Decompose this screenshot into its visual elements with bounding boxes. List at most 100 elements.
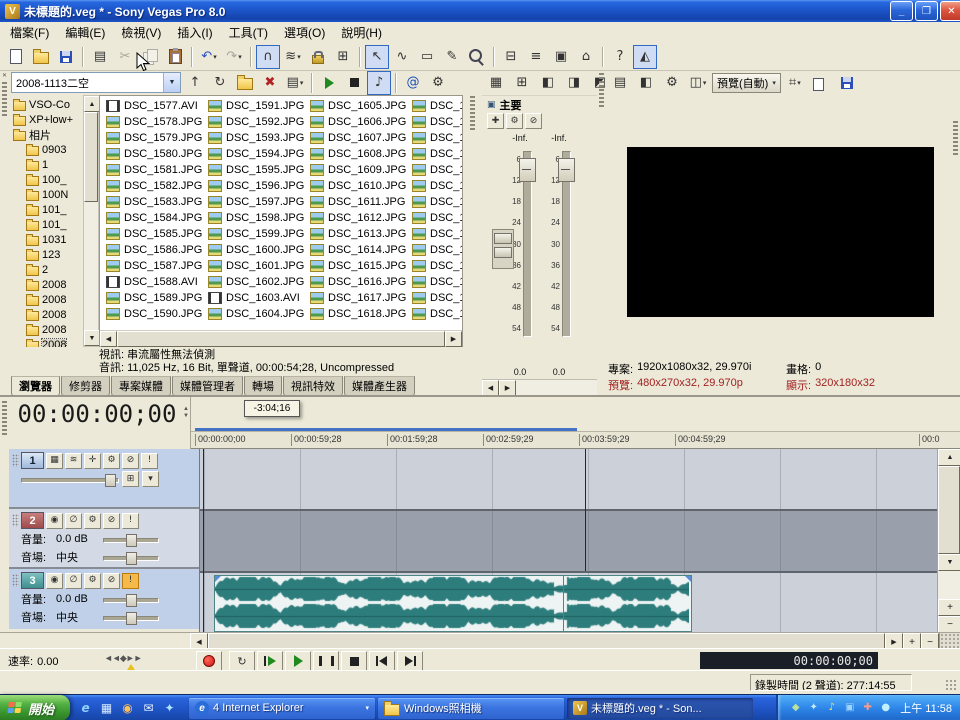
preview-quality-combo[interactable]: 預覽(自動)▾ [712,73,781,93]
master-bus-header[interactable]: ▣ 主要 [482,96,597,113]
messenger-tray-icon[interactable]: ✦ [806,701,821,716]
audio-track-lane-2[interactable] [200,511,938,571]
project-properties-button[interactable]: ▤ [88,45,112,69]
media-player-button[interactable]: ◉ [119,700,136,717]
mixer-scrollbar[interactable]: ◀ ▶ [482,379,597,395]
pan-value[interactable]: 中央 [56,549,100,565]
maximize-button[interactable]: ❐ [915,1,938,21]
ignore-event-grouping-button[interactable]: ⊞ [331,45,355,69]
timeline-lanes[interactable]: ▲ ▼ + − [200,449,960,633]
track-fx-button[interactable]: ⚙ [84,513,101,529]
file-item[interactable]: DSC_1614.JPG [310,242,412,258]
fader-knob[interactable] [494,247,512,258]
file-item[interactable]: DSC_1596.JPG [208,178,310,194]
new-folder-button[interactable] [233,71,257,95]
slider-knob[interactable] [126,594,137,607]
pan-slider[interactable] [103,552,159,563]
overlays-button[interactable]: ⌗▾ [783,71,807,95]
timeline-ruler[interactable]: -3:04;16 00:00:00;0000:00:59;2800:01:59;… [191,397,960,449]
bypass-motion-blur-button[interactable]: ≋ [65,453,82,469]
open-trimmer-button[interactable]: ⊟ [499,45,523,69]
solo-button[interactable]: ! [141,453,158,469]
downmix-output-button[interactable]: ◨ [562,71,586,95]
menu-options[interactable]: 選項(O) [276,22,333,43]
audio-track-lane-3[interactable] [200,573,938,633]
tree-item[interactable]: XP+low+ [9,112,83,127]
tree-item[interactable]: 2 [9,262,83,277]
copy-snapshot-button[interactable] [809,71,833,95]
tree-scrollbar[interactable]: ▲ ▼ [83,95,99,347]
transport-time-display[interactable]: 00:00:00;00 [700,652,878,669]
explorer-panel-grip[interactable]: ✕ [0,70,9,395]
tree-item[interactable]: 123 [9,247,83,262]
track-fx-button[interactable]: ⚙ [84,573,101,589]
file-item[interactable]: DSC_1609.JPG [310,162,412,178]
file-item[interactable]: DSC_1581.JPG [106,162,208,178]
up-one-level-button[interactable]: ↑ [183,71,207,95]
title-bar[interactable]: V 未標題的.veg * - Sony Vegas Pro 8.0 _ ❐ ✕ [0,0,960,22]
master-bus-button[interactable]: ◧ [536,71,560,95]
volume-value[interactable]: 0.0 dB [56,533,100,545]
safely-remove-icon[interactable]: ◆ [788,701,803,716]
tree-item[interactable]: 100N [9,187,83,202]
minimize-button[interactable]: _ [890,1,913,21]
file-item[interactable]: DSC_1608.JPG [310,146,412,162]
rate-value[interactable]: 0.00 [37,656,58,668]
time-spinner[interactable]: ▲▼ [183,406,189,419]
external-monitor-button[interactable]: ◧ [634,71,658,95]
file-item[interactable]: DSC_1602.JPG [208,274,310,290]
menu-view[interactable]: 檢視(V) [113,22,169,43]
dock-tab-3[interactable]: 媒體管理者 [172,376,243,396]
mute-button[interactable]: ⊘ [122,453,139,469]
start-button[interactable]: 開始 [0,695,70,720]
tree-item[interactable]: VSO-Co [9,97,83,112]
record-button[interactable] [196,651,222,671]
scrollbar-track[interactable] [84,202,98,330]
video-preview-window-button[interactable]: ▣ [549,45,573,69]
fader-knob[interactable] [558,158,575,182]
pan-value[interactable]: 中央 [56,609,100,625]
lock-envelopes-button[interactable] [306,45,330,69]
timeline-vertical-scrollbar[interactable]: ▲ ▼ + − [937,449,960,633]
scrollbar-thumb[interactable] [84,112,98,202]
fader-knob[interactable] [494,233,512,244]
auto-ripple-button[interactable]: ≋▾ [281,45,305,69]
track-fx-button[interactable]: ⚙ [103,453,120,469]
file-item[interactable]: DSC_1586.JPG [106,242,208,258]
volume-slider[interactable] [103,594,159,605]
file-item[interactable]: DSC_1611.JPG [310,194,412,210]
scroll-right-button[interactable]: ▶ [499,380,516,396]
file-item[interactable]: DSC_1 [412,130,462,146]
mute-button[interactable]: ⊘ [103,513,120,529]
file-item[interactable]: DSC_1598.JPG [208,210,310,226]
close-button[interactable]: ✕ [940,1,960,21]
mixer-window-button[interactable]: ≡ [524,45,548,69]
track-number[interactable]: 1 [21,452,44,469]
file-item[interactable]: DSC_1606.JPG [310,114,412,130]
volume-slider[interactable] [103,534,159,545]
file-item[interactable]: DSC_1597.JPG [208,194,310,210]
file-item[interactable]: DSC_1615.JPG [310,258,412,274]
menu-help[interactable]: 說明(H) [333,22,390,43]
file-item[interactable]: DSC_1 [412,210,462,226]
tree-item[interactable]: 2008 [9,292,83,307]
file-item[interactable]: DSC_1588.AVI [106,274,208,290]
paint-tool-button[interactable]: ✎ [440,45,464,69]
scrollbar-track[interactable] [516,380,597,395]
slider-knob[interactable] [126,534,137,547]
make-compositing-child-button[interactable]: ⊞ [122,471,139,487]
go-to-end-button[interactable] [397,651,423,671]
network-icon[interactable]: ▣ [842,701,857,716]
tree-item[interactable]: 2008 [9,337,83,347]
scrub-control[interactable]: ◄◄◆►► [104,652,158,666]
tree-item[interactable]: 101_ [9,202,83,217]
taskbar-clock[interactable]: 上午 11:58 [900,700,952,716]
delete-button[interactable]: ✖ [258,71,282,95]
bus-properties-button[interactable]: ⚙ [506,113,523,129]
solo-button[interactable]: ! [122,513,139,529]
enable-snapping-button[interactable]: ∩ [256,45,280,69]
file-item[interactable]: DSC_1603.AVI [208,290,310,306]
project-video-properties-button[interactable]: ▤ [608,71,632,95]
folder-tree[interactable]: VSO-CoXP+low+相片09031100_100N101_101_1031… [9,95,83,347]
file-list[interactable]: DSC_1577.AVIDSC_1578.JPGDSC_1579.JPGDSC_… [100,96,462,330]
